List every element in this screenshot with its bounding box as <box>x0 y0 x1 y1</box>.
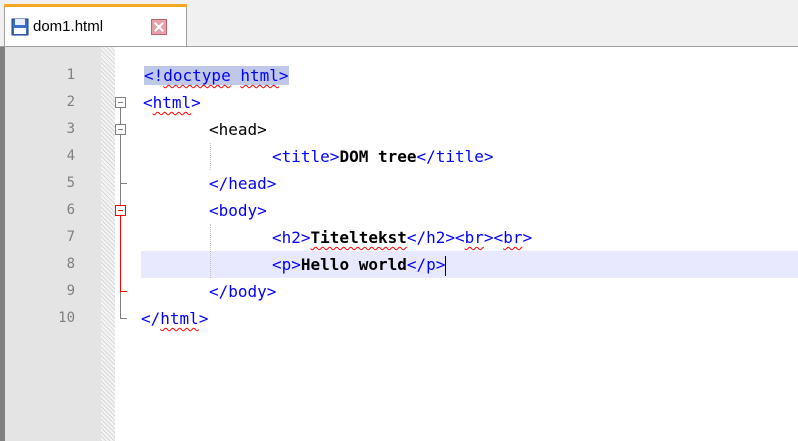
code-text[interactable]: <!doctype html> <box>144 62 289 89</box>
code-text[interactable]: <h2>Titeltekst</h2><br><br> <box>272 224 532 251</box>
code-text[interactable]: <html> <box>143 89 201 116</box>
indent-guide <box>210 224 211 278</box>
line-number: 4 <box>66 148 75 164</box>
close-icon[interactable] <box>151 19 167 35</box>
fold-end <box>120 183 127 184</box>
line-number: 1 <box>66 67 75 83</box>
line-number: 6 <box>66 202 75 218</box>
current-line-highlight <box>141 251 798 278</box>
save-file-icon <box>11 18 29 36</box>
line-number: 2 <box>66 94 75 110</box>
tab-bar: dom1.html <box>0 0 798 47</box>
fold-end <box>120 318 127 319</box>
tab-active-indicator <box>4 4 187 7</box>
code-text[interactable]: <p>Hello world</p> <box>272 251 447 278</box>
fold-toggle-html[interactable] <box>115 97 126 108</box>
line-number: 10 <box>58 310 75 326</box>
line-number: 3 <box>66 121 75 137</box>
indent-guide <box>210 143 211 170</box>
fold-line <box>120 108 121 125</box>
code-text[interactable]: </body> <box>209 278 276 305</box>
code-text[interactable]: <body> <box>209 197 267 224</box>
fold-line <box>120 135 121 205</box>
code-text[interactable]: </head> <box>209 170 276 197</box>
code-text[interactable]: <title>DOM tree</title> <box>272 143 494 170</box>
code-text[interactable]: <head> <box>209 116 267 143</box>
fold-line <box>120 292 121 318</box>
line-number: 9 <box>66 283 75 299</box>
fold-end-active <box>120 291 127 292</box>
line-number: 7 <box>66 229 75 245</box>
line-number: 5 <box>66 175 75 191</box>
fold-toggle-head[interactable] <box>115 124 126 135</box>
tab-filename: dom1.html <box>33 18 104 35</box>
tab-dom1-html[interactable]: dom1.html <box>4 4 187 47</box>
code-editor[interactable]: 1 <!doctype html> 2 <html> 3 <head> 4 <t… <box>0 47 798 441</box>
code-text[interactable]: </html> <box>141 305 208 332</box>
fold-toggle-body[interactable] <box>115 205 126 216</box>
line-number: 8 <box>66 256 75 272</box>
text-caret <box>445 255 447 276</box>
code-line[interactable]: 1 <!doctype html> <box>0 62 798 89</box>
fold-line-active <box>120 216 121 292</box>
